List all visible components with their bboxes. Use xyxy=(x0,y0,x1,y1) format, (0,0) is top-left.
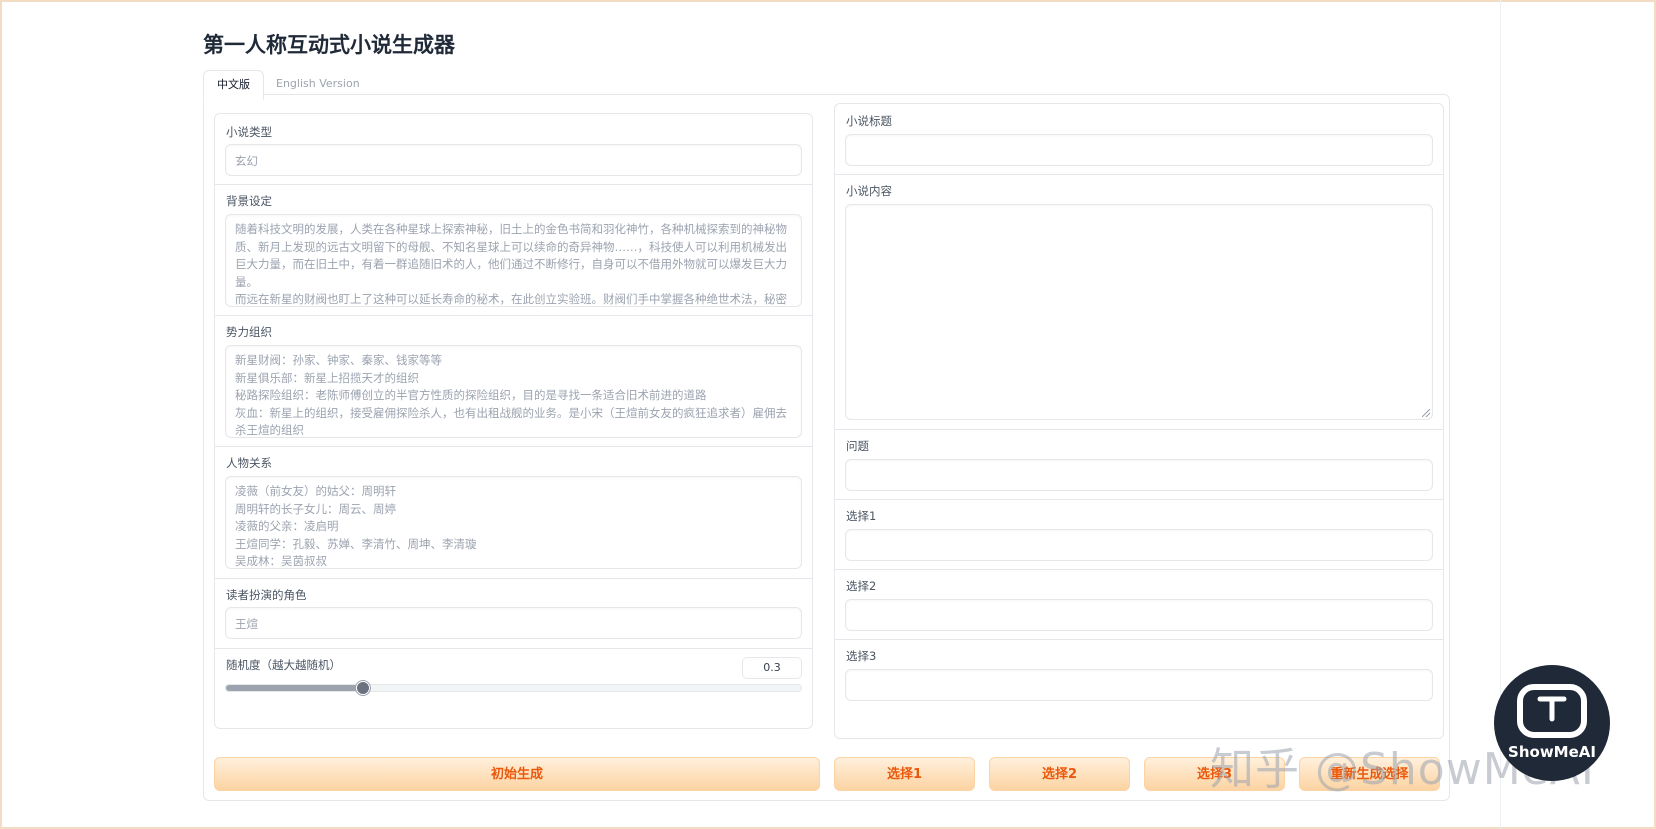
question-field[interactable] xyxy=(845,459,1433,491)
question-block: 问题 xyxy=(835,429,1443,500)
relations-block: 人物关系 凌薇（前女友）的姑父：周明轩 周明轩的长子女儿：周云、周婷 凌薇的父亲… xyxy=(215,446,812,579)
content-output-textarea[interactable] xyxy=(845,204,1433,420)
relations-label: 人物关系 xyxy=(226,456,272,470)
choice3-block: 选择3 xyxy=(835,639,1443,738)
regenerate-choices-button[interactable]: 重新生成选择 xyxy=(1299,757,1440,791)
choice3-field[interactable] xyxy=(845,669,1433,701)
slider-fill xyxy=(226,685,362,691)
title-output-block: 小说标题 xyxy=(835,104,1443,175)
tab-chinese[interactable]: 中文版 xyxy=(203,70,264,100)
randomness-label: 随机度（越大越随机） xyxy=(226,658,341,672)
initial-generate-button[interactable]: 初始生成 xyxy=(214,757,820,791)
role-block: 读者扮演的角色 王煊 xyxy=(215,578,812,649)
novel-type-label: 小说类型 xyxy=(226,125,272,139)
randomness-block: 随机度（越大越随机） 0.3 xyxy=(215,648,812,728)
logo-label: ShowMeAI xyxy=(1508,743,1596,761)
role-label: 读者扮演的角色 xyxy=(226,588,307,602)
background-label: 背景设定 xyxy=(226,194,272,208)
randomness-slider[interactable] xyxy=(225,681,802,695)
choice1-field[interactable] xyxy=(845,529,1433,561)
choice2-field[interactable] xyxy=(845,599,1433,631)
novel-type-block: 小说类型 玄幻 xyxy=(215,114,812,185)
title-output-field[interactable] xyxy=(845,134,1433,166)
main-panel: 小说类型 玄幻 背景设定 随着科技文明的发展，人类在各种星球上探索神秘，旧土上的… xyxy=(203,94,1450,801)
role-input[interactable]: 王煊 xyxy=(225,607,802,639)
page-title: 第一人称互动式小说生成器 xyxy=(203,33,455,57)
novel-type-input[interactable]: 玄幻 xyxy=(225,144,802,176)
resize-handle-icon[interactable] xyxy=(1422,409,1430,417)
choice1-button[interactable]: 选择1 xyxy=(834,757,975,791)
choice1-block: 选择1 xyxy=(835,499,1443,570)
relations-textarea[interactable]: 凌薇（前女友）的姑父：周明轩 周明轩的长子女儿：周云、周婷 凌薇的父亲：凌启明 … xyxy=(225,476,802,569)
background-textarea[interactable]: 随着科技文明的发展，人类在各种星球上探索神秘，旧土上的金色书简和羽化神竹，各种机… xyxy=(225,214,802,307)
randomness-number-input[interactable]: 0.3 xyxy=(742,657,802,679)
factions-block: 势力组织 新星财阀：孙家、钟家、秦家、钱家等等 新星俱乐部：新星上招揽天才的组织… xyxy=(215,315,812,447)
choice3-button[interactable]: 选择3 xyxy=(1144,757,1285,791)
content-output-label: 小说内容 xyxy=(846,184,892,198)
choice2-button[interactable]: 选择2 xyxy=(989,757,1130,791)
title-output-label: 小说标题 xyxy=(846,114,892,128)
input-column: 小说类型 玄幻 背景设定 随着科技文明的发展，人类在各种星球上探索神秘，旧土上的… xyxy=(214,113,813,729)
slider-thumb[interactable] xyxy=(355,681,370,695)
factions-textarea[interactable]: 新星财阀：孙家、钟家、秦家、钱家等等 新星俱乐部：新星上招揽天才的组织 秘路探险… xyxy=(225,345,802,438)
choice2-block: 选择2 xyxy=(835,569,1443,640)
background-block: 背景设定 随着科技文明的发展，人类在各种星球上探索神秘，旧土上的金色书简和羽化神… xyxy=(215,184,812,316)
showmeai-logo-icon: ShowMeAI xyxy=(1494,665,1610,781)
choice1-label: 选择1 xyxy=(846,509,877,523)
question-label: 问题 xyxy=(846,439,869,453)
content-output-block: 小说内容 xyxy=(835,174,1443,430)
output-column: 小说标题 小说内容 问题 选择1 选择2 选择3 xyxy=(834,103,1444,739)
choice3-label: 选择3 xyxy=(846,649,877,663)
page-divider xyxy=(1500,0,1501,829)
factions-label: 势力组织 xyxy=(226,325,272,339)
choice2-label: 选择2 xyxy=(846,579,877,593)
